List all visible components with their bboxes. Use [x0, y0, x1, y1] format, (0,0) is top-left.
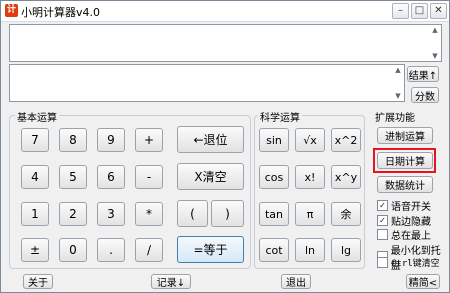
base-conversion-button[interactable]: 进制运算	[377, 127, 433, 144]
option-checkbox[interactable]: ✓ 语音开关	[377, 198, 431, 213]
result-scroll-up-icon[interactable]: ▲	[393, 66, 403, 74]
scientific-key[interactable]: cot	[259, 238, 289, 262]
basic-key[interactable]: 2	[59, 202, 87, 226]
basic-key[interactable]: 0	[59, 238, 87, 262]
backspace-button[interactable]: ←退位	[177, 126, 244, 153]
result-button[interactable]: 结果↑	[407, 66, 439, 82]
basic-key[interactable]: ±	[21, 238, 49, 262]
scientific-key[interactable]: x!	[295, 165, 325, 189]
scientific-key[interactable]: π	[295, 202, 325, 226]
scientific-key[interactable]: sin	[259, 128, 289, 152]
expression-display[interactable]: ▲ ▼	[9, 24, 442, 62]
checkbox-icon[interactable]	[377, 229, 388, 240]
result-display[interactable]: ▲ ▼	[9, 64, 405, 102]
option-label: 总在最上	[391, 231, 431, 242]
option-checkbox[interactable]: ✓ 贴边隐藏	[377, 213, 431, 228]
scientific-key[interactable]: tan	[259, 202, 289, 226]
left-paren-button[interactable]: (	[177, 200, 208, 227]
statistics-button[interactable]: 数据统计	[377, 176, 433, 193]
about-button[interactable]: 关于	[23, 274, 53, 289]
scientific-key[interactable]: cos	[259, 165, 289, 189]
minimize-button[interactable]: –	[392, 3, 409, 19]
option-label: 贴边隐藏	[391, 216, 431, 228]
scientific-key[interactable]: x^y	[331, 165, 361, 189]
option-label: 语音开关	[391, 202, 431, 213]
basic-key[interactable]: 9	[97, 128, 125, 152]
scientific-group-title: 科学运算	[258, 109, 302, 124]
result-scroll-down-icon[interactable]: ▼	[393, 92, 403, 100]
option-label: Ctrl键清空	[391, 259, 440, 269]
fraction-button[interactable]: 分数	[411, 87, 439, 103]
simple-mode-button[interactable]: 精简<	[406, 274, 440, 289]
scientific-key[interactable]: ln	[295, 238, 325, 262]
basic-key[interactable]: .	[97, 238, 125, 262]
title-bar[interactable]: 计 小明计算器v4.0 – □ ✕	[1, 1, 449, 22]
window-title: 小明计算器v4.0	[21, 6, 101, 19]
checkbox-icon[interactable]: ✓	[377, 214, 388, 226]
extensions-title: 扩展功能	[373, 109, 417, 124]
scroll-down-icon[interactable]: ▼	[430, 52, 440, 60]
scroll-up-icon[interactable]: ▲	[430, 26, 440, 34]
restore-button[interactable]: □	[411, 3, 428, 19]
checkbox-icon[interactable]	[377, 257, 388, 268]
basic-key[interactable]: 4	[21, 165, 49, 189]
basic-key[interactable]: *	[135, 202, 163, 226]
app-icon: 计	[5, 4, 18, 17]
basic-key[interactable]: +	[135, 128, 163, 152]
basic-key[interactable]: 8	[59, 128, 87, 152]
basic-key[interactable]: /	[135, 238, 163, 262]
calculator-window: 计 小明计算器v4.0 – □ ✕ ▲ ▼ ▲ ▼ 结果↑ 分数 基本运算 78…	[0, 0, 450, 293]
option-checkbox[interactable]: 总在最上	[377, 227, 431, 242]
basic-group-title: 基本运算	[15, 109, 59, 124]
basic-key[interactable]: 7	[21, 128, 49, 152]
scientific-key[interactable]: √x	[295, 128, 325, 152]
date-calc-button[interactable]: 日期计算	[377, 152, 433, 169]
basic-key[interactable]: 6	[97, 165, 125, 189]
exit-button[interactable]: 退出	[281, 274, 311, 289]
history-button[interactable]: 记录↓	[151, 274, 191, 289]
clear-button[interactable]: X清空	[177, 163, 244, 190]
option-checkbox[interactable]: Ctrl键清空	[377, 256, 440, 269]
scientific-key[interactable]: lg	[331, 238, 361, 262]
scientific-key[interactable]: x^2	[331, 128, 361, 152]
checkbox-icon[interactable]: ✓	[377, 200, 388, 211]
basic-key[interactable]: 5	[59, 165, 87, 189]
equals-button[interactable]: =等于	[177, 236, 244, 263]
scientific-key[interactable]: 余	[331, 202, 361, 226]
basic-key[interactable]: 3	[97, 202, 125, 226]
basic-key[interactable]: -	[135, 165, 163, 189]
right-paren-button[interactable]: )	[211, 200, 244, 227]
close-button[interactable]: ✕	[430, 3, 447, 19]
basic-key[interactable]: 1	[21, 202, 49, 226]
